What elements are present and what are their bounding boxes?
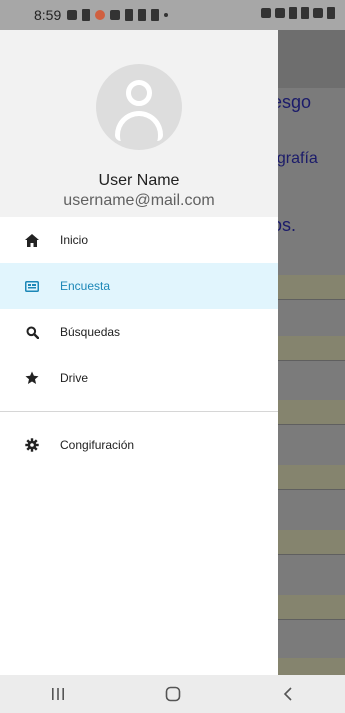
navigation-drawer: User Name username@mail.com Inicio Encue… bbox=[0, 30, 278, 675]
recent-apps-icon bbox=[51, 688, 64, 700]
background-row bbox=[278, 530, 345, 555]
alarm-icon bbox=[261, 8, 271, 18]
star-icon bbox=[24, 370, 40, 386]
avatar bbox=[96, 64, 182, 150]
background-row bbox=[278, 465, 345, 490]
battery-icon bbox=[327, 7, 335, 19]
system-icons bbox=[261, 7, 335, 19]
signal-icon bbox=[313, 8, 323, 18]
battery-saver-icon bbox=[289, 7, 297, 19]
recent-apps-button[interactable] bbox=[38, 680, 78, 708]
search-icon bbox=[24, 324, 40, 340]
home-icon bbox=[24, 232, 40, 248]
user-name: User Name bbox=[98, 172, 180, 189]
menu-item-inicio[interactable]: Inicio bbox=[0, 217, 278, 263]
back-icon bbox=[283, 687, 292, 701]
chat-icon bbox=[67, 10, 78, 20]
notification-icon bbox=[82, 9, 91, 21]
wifi-icon bbox=[301, 7, 309, 19]
menu-item-label: Búsquedas bbox=[60, 325, 121, 339]
user-email: username@mail.com bbox=[63, 192, 215, 209]
menu-item-drive[interactable]: Drive bbox=[0, 355, 278, 401]
home-button[interactable] bbox=[153, 680, 193, 708]
status-time: 8:59 bbox=[34, 7, 62, 23]
background-row bbox=[278, 275, 345, 300]
menu-item-label: Encuesta bbox=[60, 279, 111, 293]
menu-item-label: Inicio bbox=[60, 233, 89, 247]
mail-icon bbox=[110, 10, 121, 20]
more-dot-icon bbox=[164, 13, 169, 17]
background-row bbox=[278, 658, 345, 675]
gear-icon bbox=[24, 437, 40, 453]
mute-icon bbox=[275, 8, 285, 18]
background-row bbox=[278, 595, 345, 620]
menu-item-encuesta[interactable]: Encuesta bbox=[0, 263, 278, 309]
menu-item-label: Congifuración bbox=[60, 438, 135, 452]
status-bar: 8:59 bbox=[0, 0, 345, 30]
drawer-menu: Inicio Encuesta Búsquedas Drive Congifur… bbox=[0, 217, 278, 468]
app-icon bbox=[138, 9, 147, 21]
notification-icons bbox=[67, 9, 169, 21]
health-icon bbox=[95, 10, 106, 20]
menu-item-label: Drive bbox=[60, 371, 89, 385]
avatar-body bbox=[115, 111, 163, 141]
drawer-header: User Name username@mail.com bbox=[0, 30, 278, 217]
avatar-head bbox=[126, 80, 152, 106]
app-icon bbox=[151, 9, 160, 21]
menu-item-busquedas[interactable]: Búsquedas bbox=[0, 309, 278, 355]
menu-divider bbox=[0, 411, 278, 412]
background-row bbox=[278, 400, 345, 425]
background-row bbox=[278, 336, 345, 361]
survey-icon bbox=[24, 278, 40, 294]
back-button[interactable] bbox=[268, 680, 308, 708]
menu-item-configuracion[interactable]: Congifuración bbox=[0, 422, 278, 468]
home-circle-icon bbox=[165, 686, 180, 702]
system-nav-bar bbox=[0, 675, 345, 713]
app-icon bbox=[125, 9, 134, 21]
